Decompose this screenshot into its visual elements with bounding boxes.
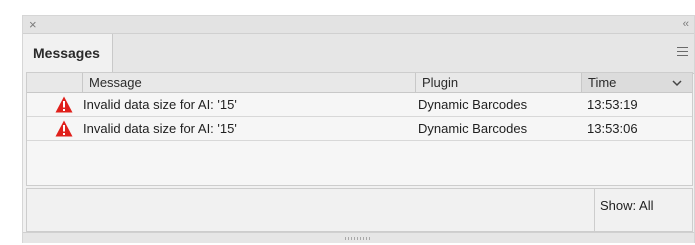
- chevron-down-icon[interactable]: [672, 78, 682, 88]
- time-cell: 13:53:19: [587, 97, 638, 112]
- column-header-plugin[interactable]: Plugin: [416, 73, 582, 92]
- column-header-message[interactable]: Message: [83, 73, 416, 92]
- resize-handle[interactable]: [23, 232, 694, 243]
- message-cell: Invalid data size for AI: '15': [83, 97, 237, 112]
- plugin-cell: Dynamic Barcodes: [418, 121, 528, 136]
- messages-list[interactable]: Message Plugin Time Invalid data size fo…: [26, 72, 693, 186]
- show-filter[interactable]: Show: All: [600, 198, 653, 213]
- table-header: Message Plugin Time: [27, 73, 692, 93]
- divider: [594, 189, 595, 231]
- tab-messages-label: Messages: [33, 45, 100, 61]
- warning-icon: [55, 120, 73, 137]
- column-header-time[interactable]: Time: [582, 73, 692, 92]
- messages-panel: × ‹‹ Messages Message Plugin Time Invali…: [22, 15, 695, 243]
- table-row[interactable]: Invalid data size for AI: '15' Dynamic B…: [27, 117, 692, 141]
- column-header-icon[interactable]: [27, 73, 83, 92]
- plugin-cell: Dynamic Barcodes: [418, 97, 528, 112]
- tab-bar: Messages: [23, 34, 694, 74]
- close-icon[interactable]: ×: [29, 16, 37, 33]
- time-cell: 13:53:06: [587, 121, 638, 136]
- table-row[interactable]: Invalid data size for AI: '15' Dynamic B…: [27, 93, 692, 117]
- panel-titlebar: × ‹‹: [23, 16, 694, 34]
- hamburger-menu-icon[interactable]: [677, 47, 688, 57]
- warning-icon: [55, 96, 73, 113]
- tab-messages[interactable]: Messages: [23, 34, 113, 74]
- grip-icon: [345, 237, 371, 240]
- message-details-area: Show: All: [26, 188, 693, 232]
- message-cell: Invalid data size for AI: '15': [83, 121, 237, 136]
- double-chevron-left-icon[interactable]: ‹‹: [683, 16, 689, 33]
